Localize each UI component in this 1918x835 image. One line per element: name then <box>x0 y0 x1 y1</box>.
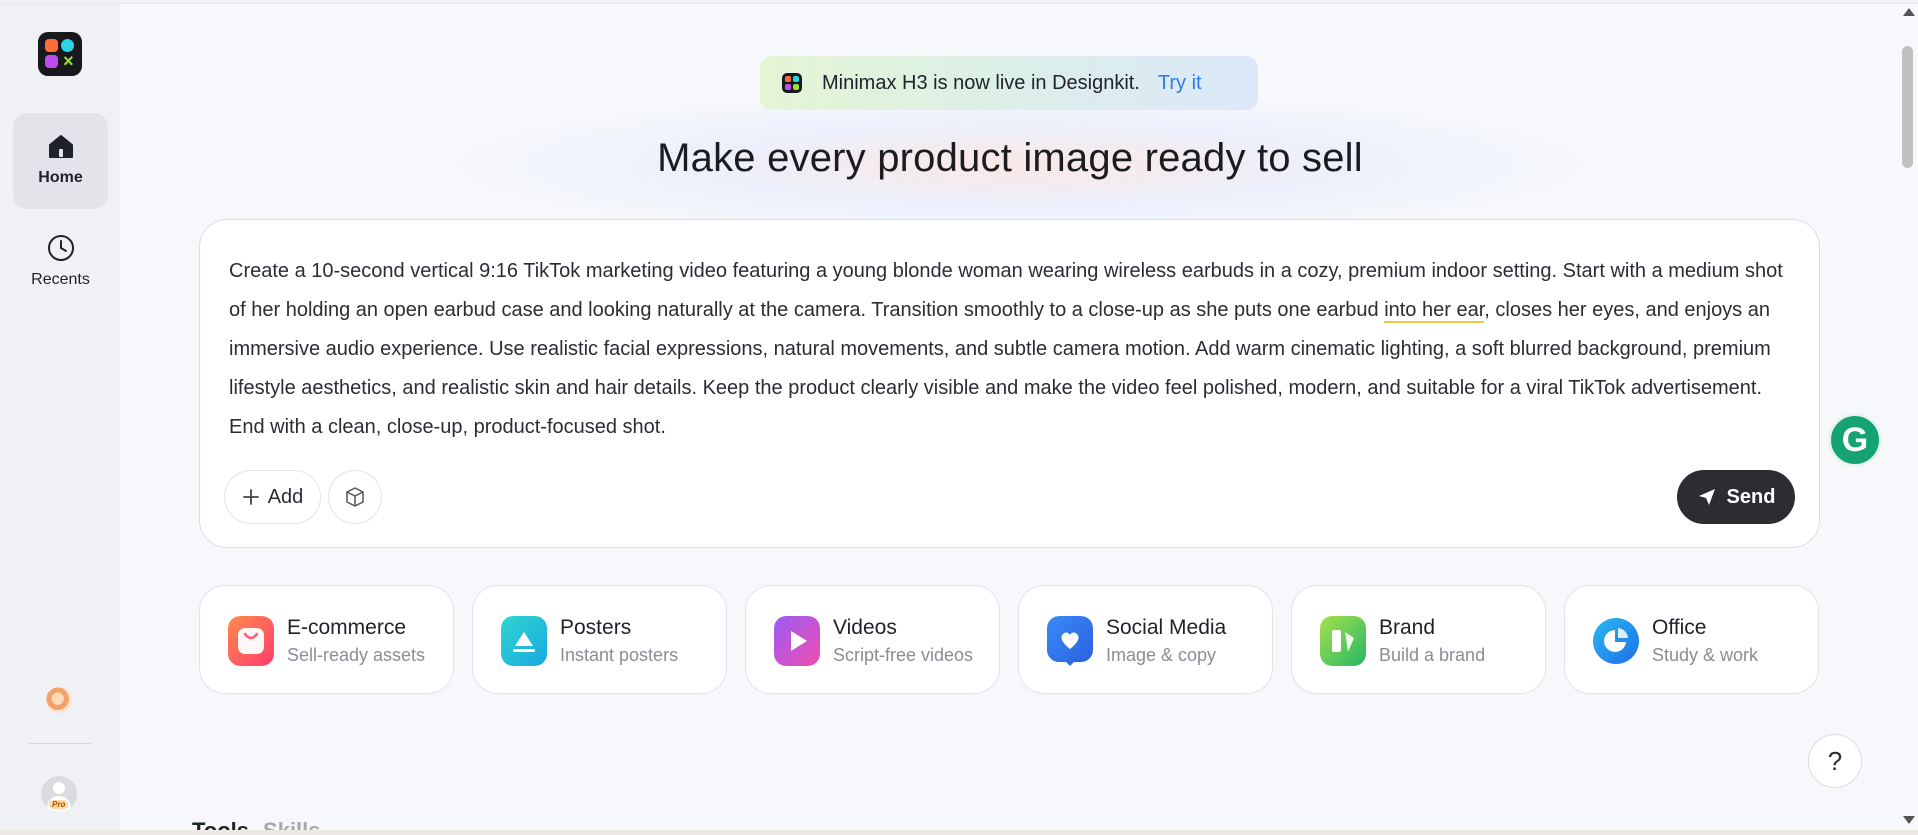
bottom-border <box>0 830 1918 835</box>
scrollbar-thumb[interactable] <box>1902 46 1913 168</box>
add-button-label: Add <box>267 485 304 508</box>
3d-model-button[interactable] <box>328 470 382 524</box>
category-videos[interactable]: Videos Script-free videos <box>745 585 1000 694</box>
category-subtitle: Script-free videos <box>833 645 974 665</box>
category-title: E-commerce <box>287 616 407 639</box>
sidebar-divider <box>29 743 91 744</box>
shopping-bag-icon <box>228 616 274 666</box>
category-title: Videos <box>833 616 897 639</box>
grammarly-icon[interactable]: G <box>1828 413 1882 467</box>
clock-icon <box>47 235 74 261</box>
category-title: Social Media <box>1106 616 1227 639</box>
send-button[interactable]: Send <box>1677 470 1795 524</box>
play-icon <box>774 616 820 666</box>
home-icon <box>48 135 73 158</box>
designkit-logo[interactable]: × <box>38 32 82 76</box>
pie-chart-icon <box>1593 618 1639 664</box>
category-office[interactable]: Office Study & work <box>1564 585 1819 694</box>
designkit-mini-logo-icon <box>782 73 802 93</box>
brand-icon <box>1320 616 1366 666</box>
credits-icon[interactable] <box>46 687 72 713</box>
sidebar-item-label: Home <box>38 169 83 186</box>
pro-badge: Pro <box>49 800 69 809</box>
page-title: Make every product image ready to sell <box>657 136 1363 180</box>
banner-try-link[interactable]: Try it <box>1158 72 1202 95</box>
category-ecommerce[interactable]: E-commerce Sell-ready assets <box>199 585 454 694</box>
category-subtitle: Image & copy <box>1106 645 1217 665</box>
scroll-down-arrow-icon[interactable] <box>1903 816 1915 824</box>
sidebar: × Home Recents Pro <box>0 4 119 830</box>
announcement-banner[interactable]: Minimax H3 is now live in Designkit. Try… <box>760 56 1258 110</box>
category-brand[interactable]: Brand Build a brand <box>1291 585 1546 694</box>
category-posters[interactable]: Posters Instant posters <box>472 585 727 694</box>
category-title: Office <box>1652 616 1707 639</box>
prompt-card: Create a 10-second vertical 9:16 TikTok … <box>199 219 1820 548</box>
poster-icon <box>501 616 547 666</box>
add-button[interactable]: Add <box>224 470 321 524</box>
category-title: Brand <box>1379 616 1436 639</box>
category-subtitle: Build a brand <box>1379 645 1486 665</box>
prompt-input[interactable]: Create a 10-second vertical 9:16 TikTok … <box>229 252 1789 447</box>
send-button-label: Send <box>1726 485 1776 508</box>
category-subtitle: Sell-ready assets <box>287 645 426 665</box>
banner-text: Minimax H3 is now live in Designkit. <box>822 71 1140 94</box>
category-title: Posters <box>560 616 632 639</box>
sidebar-item-label: Recents <box>31 271 90 288</box>
category-subtitle: Instant posters <box>560 645 679 665</box>
cube-icon <box>346 487 364 507</box>
heart-chat-icon <box>1047 616 1093 666</box>
sidebar-item-recents[interactable]: Recents <box>13 215 108 311</box>
plus-icon <box>242 489 259 505</box>
category-subtitle: Study & work <box>1652 645 1759 665</box>
top-border <box>0 0 1918 4</box>
paper-plane-icon <box>1698 489 1715 505</box>
category-social-media[interactable]: Social Media Image & copy <box>1018 585 1273 694</box>
help-button[interactable]: ? <box>1808 734 1862 788</box>
grammar-suggestion[interactable]: into her ear <box>1384 299 1485 323</box>
sidebar-item-home[interactable]: Home <box>13 113 108 209</box>
scroll-up-arrow-icon[interactable] <box>1903 8 1915 16</box>
logo-x-glyph: × <box>62 51 74 71</box>
